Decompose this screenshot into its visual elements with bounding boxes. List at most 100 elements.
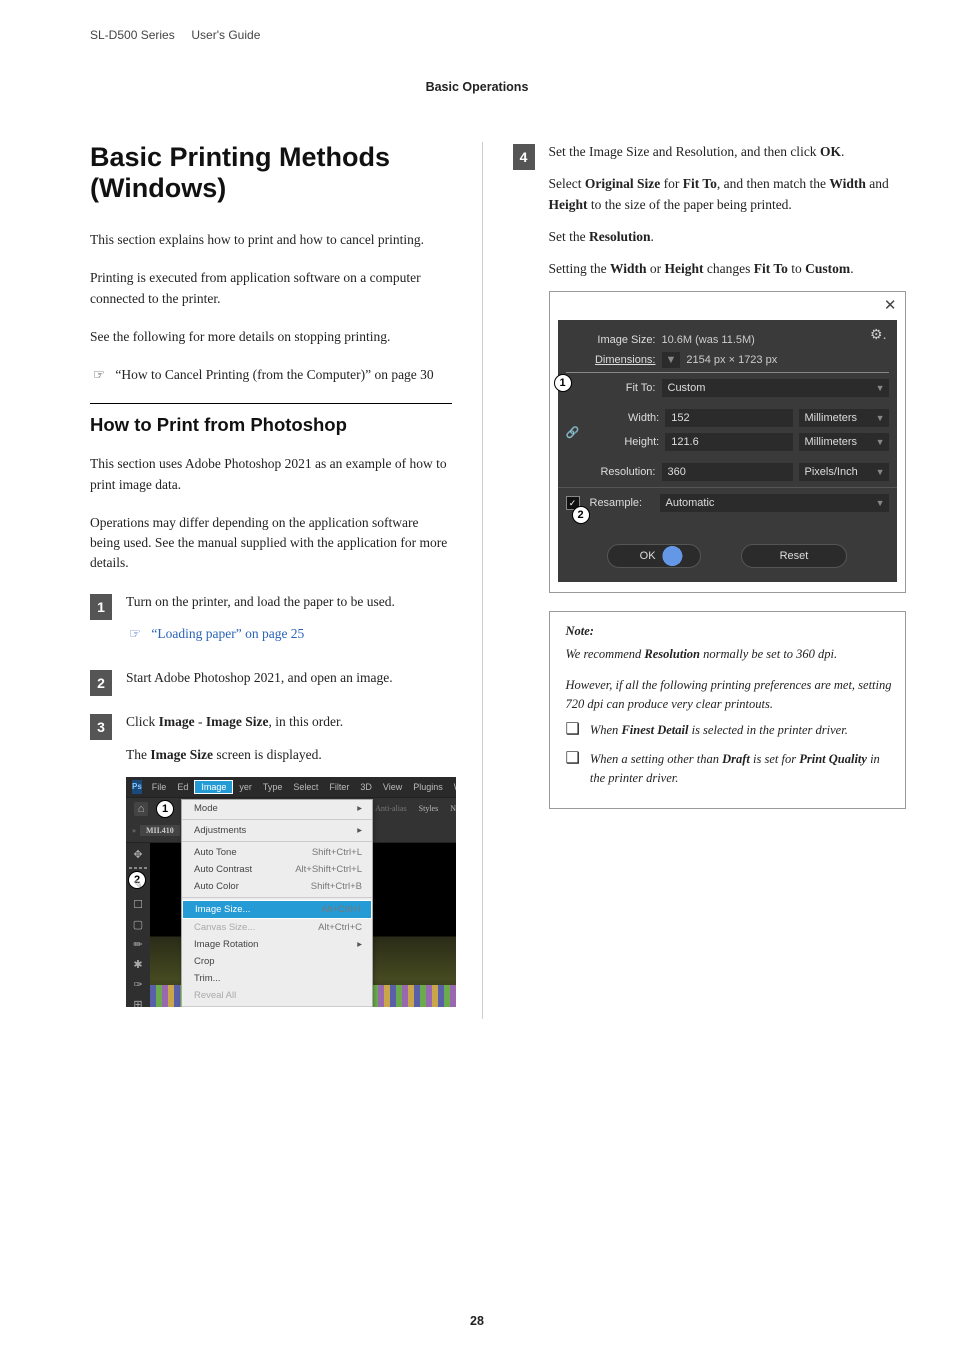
gear-icon[interactable]: ⚙.	[870, 326, 886, 343]
link-icon[interactable]: 🔗	[566, 426, 580, 439]
note-item-1: ❑ When Finest Detail is selected in the …	[566, 721, 893, 740]
brush-tool-icon[interactable]: ✏	[130, 937, 146, 953]
ps-menu-yer[interactable]: yer	[234, 782, 257, 792]
label-image-size: Image Size:	[566, 334, 656, 346]
row-image-size: Image Size: 10.6M (was 11.5M)	[566, 334, 889, 346]
menu-crop[interactable]: Crop	[182, 953, 372, 970]
row-resolution: Resolution: 360 Pixels/Inch▼	[566, 463, 889, 481]
link-cancel-text: “How to Cancel Printing (from the Comput…	[115, 367, 433, 382]
link-cancel-printing[interactable]: ☞ “How to Cancel Printing (from the Comp…	[90, 365, 452, 385]
step-3-sub: The Image Size screen is displayed.	[126, 745, 456, 765]
step-2: 2 Start Adobe Photoshop 2021, and open a…	[90, 668, 452, 700]
note-p2: However, if all the following printing p…	[566, 676, 893, 714]
checkbox-bullet-icon: ❑	[566, 721, 580, 740]
label-dimensions: Dimensions:	[566, 354, 656, 366]
step-2-text: Start Adobe Photoshop 2021, and open an …	[126, 668, 452, 688]
menu-adjustments[interactable]: Adjustments	[182, 822, 372, 839]
input-width[interactable]: 152	[665, 409, 792, 427]
menu-image-size[interactable]: Image Size...	[182, 900, 372, 919]
ps-menu-file[interactable]: File	[147, 782, 172, 792]
link-loading-paper[interactable]: ☞ “Loading paper” on page 25	[126, 624, 452, 644]
dialog-close-button[interactable]: ✕	[550, 292, 905, 318]
healing-tool-icon[interactable]: ✱	[130, 957, 146, 973]
step-1-text: Turn on the printer, and load the paper …	[126, 592, 452, 612]
ps-menu-image[interactable]: Image	[194, 780, 233, 794]
chevron-down-icon[interactable]: ▼	[662, 352, 681, 368]
crop-tool-icon[interactable]: ☐	[130, 897, 146, 913]
step-num-4: 4	[513, 144, 535, 170]
ps-menu-select[interactable]: Select	[288, 782, 323, 792]
lasso-tool-icon[interactable]: ✎	[130, 877, 146, 893]
step-4-p3: Set the Resolution.	[549, 227, 906, 247]
note-item-2: ❑ When a setting other than Draft is set…	[566, 750, 893, 788]
page-number: 28	[0, 1314, 954, 1328]
ps-p5: Operations may differ depending on the a…	[90, 513, 452, 574]
page-title: Basic Printing Methods (Windows)	[90, 142, 452, 204]
label-resolution: Resolution:	[566, 466, 656, 478]
section-heading: Basic Operations	[0, 80, 954, 94]
select-width-unit[interactable]: Millimeters▼	[799, 409, 889, 427]
doc-label: User's Guide	[191, 28, 260, 42]
reset-button[interactable]: Reset	[741, 544, 848, 568]
label-fit-to: Fit To:	[566, 382, 656, 394]
select-resolution-unit[interactable]: Pixels/Inch▼	[799, 463, 889, 481]
ps-menu-window[interactable]: Window	[449, 782, 456, 792]
step-num-3: 3	[90, 714, 112, 740]
value-dimensions: 2154 px × 1723 px	[686, 354, 777, 366]
chevron-down-icon: ▼	[876, 413, 885, 423]
input-height[interactable]: 121.6	[665, 433, 792, 451]
chevron-down-icon: ▼	[876, 498, 885, 508]
checkbox-bullet-icon: ❑	[566, 750, 580, 788]
pen-tool-icon[interactable]: ✑	[130, 977, 146, 993]
stamp-tool-icon[interactable]: ⊞	[130, 997, 146, 1007]
menu-trim[interactable]: Trim...	[182, 970, 372, 987]
menu-auto-color[interactable]: Auto Color	[182, 878, 372, 895]
menu-reveal: Reveal All	[182, 987, 372, 1004]
chevron-down-icon: ▼	[876, 383, 885, 393]
note-p1: We recommend Resolution normally be set …	[566, 645, 893, 664]
select-height-unit[interactable]: Millimeters▼	[799, 433, 889, 451]
product-name: SL-D500 Series	[90, 28, 175, 42]
intro-p3: See the following for more details on st…	[90, 327, 452, 347]
menu-auto-tone[interactable]: Auto Tone	[182, 844, 372, 861]
ps-image-menu-dropdown: Mode Adjustments Auto Tone Auto Contrast…	[181, 799, 373, 1007]
menu-image-rotation[interactable]: Image Rotation	[182, 936, 372, 953]
note-box: Note: We recommend Resolution normally b…	[549, 611, 906, 808]
ps-menu-plugins[interactable]: Plugins	[408, 782, 448, 792]
row-fit-to: Fit To: Custom▼	[566, 379, 889, 397]
ps-menu-ed[interactable]: Ed	[172, 782, 193, 792]
step-4-p1: Set the Image Size and Resolution, and t…	[549, 142, 906, 162]
select-resample[interactable]: Automatic▼	[660, 494, 889, 512]
value-image-size: 10.6M (was 11.5M)	[662, 334, 755, 346]
ps-p4: This section uses Adobe Photoshop 2021 a…	[90, 454, 452, 495]
ps-menu-filter[interactable]: Filter	[324, 782, 354, 792]
ps-menu-3d[interactable]: 3D	[355, 782, 377, 792]
step-1: 1 Turn on the printer, and load the pape…	[90, 592, 452, 657]
ok-button[interactable]: OK	[607, 544, 701, 568]
link-loading-paper-text: “Loading paper” on page 25	[151, 626, 304, 641]
ps-menubar: Ps File Ed Image yer Type Select Filter …	[126, 777, 456, 797]
intro-p2: Printing is executed from application so…	[90, 268, 452, 309]
menu-mode[interactable]: Mode	[182, 800, 372, 817]
row-height: Height: 121.6 Millimeters▼	[579, 433, 888, 451]
frame-tool-icon[interactable]: ▢	[130, 917, 146, 933]
chevron-down-icon: ▼	[876, 437, 885, 447]
ps-logo-icon: Ps	[132, 780, 142, 794]
home-icon[interactable]: ⌂	[134, 802, 148, 816]
move-tool-icon[interactable]: ✥	[130, 847, 146, 863]
menu-auto-contrast[interactable]: Auto Contrast	[182, 861, 372, 878]
ps-menu-view[interactable]: View	[378, 782, 407, 792]
input-resolution[interactable]: 360	[662, 463, 793, 481]
step-num-1: 1	[90, 594, 112, 620]
row-width: Width: 152 Millimeters▼	[579, 409, 888, 427]
ps-menu-type[interactable]: Type	[258, 782, 288, 792]
subheading-photoshop: How to Print from Photoshop	[90, 403, 452, 436]
chip-n: N	[450, 804, 456, 813]
photoshop-screenshot: Ps File Ed Image yer Type Select Filter …	[126, 777, 456, 1007]
menu-canvas-size[interactable]: Canvas Size...	[182, 919, 372, 936]
label-height: Height:	[579, 436, 659, 448]
chip-antialias: Anti-alias	[375, 804, 407, 813]
header-top: SL-D500 Series User's Guide	[0, 0, 954, 50]
marquee-tool-icon[interactable]	[129, 867, 147, 869]
select-fit-to[interactable]: Custom▼	[662, 379, 889, 397]
